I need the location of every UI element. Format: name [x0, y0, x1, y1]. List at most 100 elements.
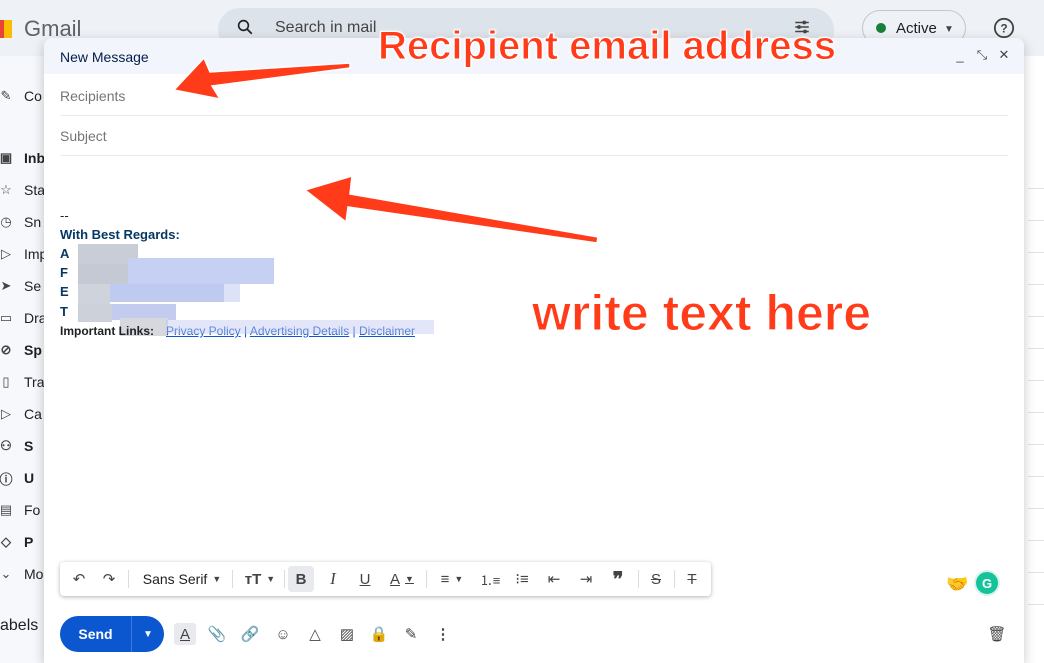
- grammarly-icon[interactable]: G: [974, 570, 1000, 596]
- message-body[interactable]: -- With Best Regards: A F E T Important …: [60, 158, 1008, 558]
- sidebar-item-trash[interactable]: ▯ Tra: [0, 374, 44, 390]
- drive-icon[interactable]: △: [304, 623, 326, 645]
- draft-icon: ▭: [0, 310, 13, 325]
- tag-icon: ◇: [1, 534, 11, 549]
- font-selector[interactable]: Sans Serif ▼: [136, 566, 228, 592]
- redo-icon[interactable]: ↷: [98, 566, 120, 592]
- undo-icon[interactable]: ↶: [68, 566, 90, 592]
- sidebar-item-forums[interactable]: ▤ Fo: [0, 502, 40, 518]
- redacted-block: [78, 284, 110, 306]
- inbox-icon: ▣: [0, 150, 13, 165]
- underline-icon[interactable]: U: [352, 566, 378, 592]
- link-icon[interactable]: 🔗: [239, 623, 261, 645]
- signature-line-2: F: [60, 265, 68, 280]
- gmail-logo-icon: [0, 18, 14, 40]
- sidebar-item-starred[interactable]: ☆ Sta: [0, 182, 45, 198]
- redacted-block: [224, 284, 240, 302]
- sidebar-item-categories[interactable]: ▷ Ca: [0, 406, 42, 422]
- formatting-toolbar: ↶ ↷ Sans Serif ▼ тT ▼ B I U A ▼ ≡ ▼ ⒈≡ ⁝≡ ⇤ …: [60, 562, 711, 596]
- compose-window: New Message _ ⤡ ✕ -- With Best Regards: …: [44, 38, 1024, 663]
- sidebar-item-updates[interactable]: ⓘ U: [0, 470, 34, 487]
- recipients-input[interactable]: [60, 76, 1008, 115]
- chevron-down-icon: ▼: [944, 24, 954, 35]
- labels-heading: abels: [0, 617, 39, 634]
- redacted-block: [78, 304, 112, 322]
- indent-more-icon[interactable]: ⇥: [574, 566, 598, 592]
- status-dot: [876, 23, 886, 33]
- svg-text:?: ?: [1000, 22, 1007, 36]
- send-button-label[interactable]: Send: [60, 616, 132, 652]
- quote-icon[interactable]: ❞: [606, 566, 630, 592]
- exit-fullscreen-icon[interactable]: ⤡: [974, 47, 990, 63]
- photo-icon[interactable]: ▨: [336, 623, 358, 645]
- formatting-options-icon[interactable]: A: [174, 623, 196, 645]
- more-options-icon[interactable]: ⋮: [432, 623, 454, 645]
- recipient-annotation: Recipient email address: [378, 24, 837, 69]
- sidebar-item-drafts[interactable]: ▭ Dra: [0, 310, 47, 326]
- bulleted-list-icon[interactable]: ⁝≡: [510, 566, 534, 592]
- sidebar-item-spam[interactable]: ⊘ Sp: [0, 342, 42, 358]
- body-annotation: write text here: [531, 285, 872, 342]
- search-input[interactable]: Search in mail: [275, 19, 376, 37]
- people-icon: ⚇: [0, 438, 12, 453]
- send-button[interactable]: Send ▼: [60, 616, 164, 652]
- search-icon[interactable]: [236, 18, 254, 36]
- font-size-icon[interactable]: тT ▼: [240, 566, 280, 592]
- compose-title: New Message: [60, 49, 149, 65]
- signature-important-links-label: Important Links:: [60, 324, 155, 338]
- label-icon: ▷: [1, 246, 11, 261]
- forum-icon: ▤: [0, 502, 13, 517]
- help-icon[interactable]: ?: [993, 17, 1015, 39]
- bold-icon[interactable]: B: [288, 566, 314, 592]
- sidebar-item-promotions[interactable]: ◇ P: [0, 534, 33, 550]
- redacted-block: [78, 264, 128, 284]
- signature-line-1: A: [60, 246, 70, 261]
- italic-icon[interactable]: I: [320, 566, 346, 592]
- spam-icon: ⊘: [0, 342, 12, 357]
- handshake-icon[interactable]: 🤝: [946, 574, 968, 595]
- signature-dash: --: [60, 208, 69, 223]
- send-icon: ➤: [0, 278, 12, 293]
- compose-window-controls: _ ⤡ ✕: [952, 47, 1012, 63]
- signature-line-3: E: [60, 284, 69, 299]
- sidebar-item-inbox[interactable]: ▣ Inb: [0, 150, 45, 166]
- category-icon: ▷: [1, 406, 11, 421]
- sidebar-item-snoozed[interactable]: ◷ Sn: [0, 214, 41, 230]
- redacted-block: [166, 320, 434, 334]
- confidential-mode-icon[interactable]: 🔒: [368, 623, 390, 645]
- pencil-icon: ✎: [0, 88, 12, 103]
- info-icon: ⓘ: [0, 471, 13, 487]
- sidebar-item-compose[interactable]: ✎ Co: [0, 88, 42, 104]
- discard-trash-icon[interactable]: 🗑: [986, 623, 1008, 645]
- signature-regards: With Best Regards:: [60, 227, 180, 242]
- chevron-down-icon: ▼: [212, 574, 222, 584]
- trash-icon: ▯: [2, 374, 10, 389]
- emoji-icon[interactable]: ☺: [272, 623, 294, 645]
- redacted-block: [110, 284, 224, 302]
- signature-line-4: T: [60, 304, 68, 319]
- subject-input[interactable]: [60, 116, 1008, 155]
- strikethrough-icon[interactable]: S: [644, 566, 668, 592]
- sidebar-item-more[interactable]: ⌄ Mo: [0, 566, 44, 582]
- message-list-edge: [1024, 56, 1044, 663]
- recipients-field[interactable]: [60, 76, 1008, 116]
- signature-icon[interactable]: ✎: [400, 623, 422, 645]
- sidebar-item-social[interactable]: ⚇ S: [0, 438, 33, 454]
- send-options-chevron-icon[interactable]: ▼: [132, 616, 164, 652]
- attach-icon[interactable]: 📎: [206, 623, 228, 645]
- clock-icon: ◷: [0, 214, 12, 229]
- text-color-icon[interactable]: A ▼: [384, 566, 420, 592]
- sidebar-item-sent[interactable]: ➤ Se: [0, 278, 42, 294]
- remove-formatting-icon[interactable]: T: [680, 566, 704, 592]
- subject-field[interactable]: [60, 116, 1008, 156]
- numbered-list-icon[interactable]: ⒈≡: [478, 566, 502, 592]
- minimize-icon[interactable]: _: [952, 47, 968, 63]
- status-label: Active: [896, 20, 937, 37]
- redacted-block: [128, 258, 274, 284]
- indent-less-icon[interactable]: ⇤: [542, 566, 566, 592]
- sidebar-item-important[interactable]: ▷ Imp: [0, 246, 47, 262]
- chevron-down-icon: ⌄: [0, 566, 12, 581]
- align-icon[interactable]: ≡ ▼: [434, 566, 470, 592]
- close-icon[interactable]: ✕: [996, 47, 1012, 63]
- star-icon: ☆: [0, 182, 12, 197]
